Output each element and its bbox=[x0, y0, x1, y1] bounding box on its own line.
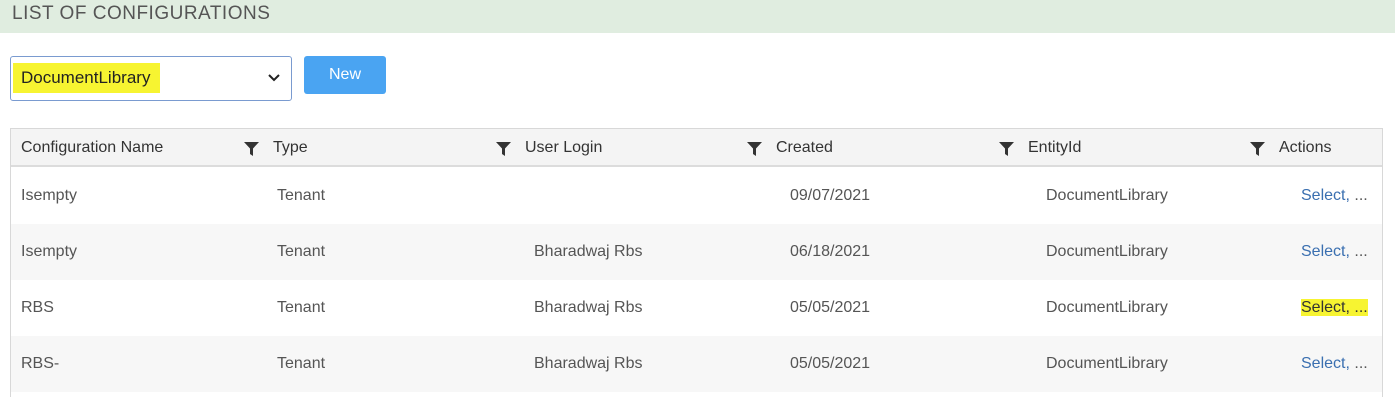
filter-icon[interactable] bbox=[1250, 142, 1265, 156]
filter-icon[interactable] bbox=[244, 142, 259, 156]
cell-user-login: Bharadwaj Rbs bbox=[534, 243, 643, 260]
table-row[interactable]: Isempty Tenant 09/07/2021 DocumentLibrar… bbox=[11, 168, 1382, 224]
table-row[interactable]: RBS- Tenant Bharadwaj Rbs 05/05/2021 Doc… bbox=[11, 336, 1382, 392]
column-header-actions: Actions bbox=[1279, 139, 1332, 156]
chevron-down-icon bbox=[268, 74, 280, 82]
configurations-table: Configuration Name Type User Login Creat… bbox=[10, 128, 1383, 397]
cell-actions: Select, ... bbox=[1301, 168, 1368, 224]
cell-type: Tenant bbox=[277, 299, 326, 316]
cell-actions: Select, ... bbox=[1301, 336, 1368, 392]
filter-icon[interactable] bbox=[747, 142, 762, 156]
table-header: Configuration Name Type User Login Creat… bbox=[11, 129, 1382, 167]
new-button[interactable]: New bbox=[304, 56, 386, 94]
table-row[interactable]: Isempty Tenant Bharadwaj Rbs 06/18/2021 … bbox=[11, 224, 1382, 280]
cell-configuration-name: Isempty bbox=[21, 187, 78, 204]
select-link[interactable]: Select, bbox=[1301, 243, 1350, 260]
table-row[interactable]: RBS Tenant Bharadwaj Rbs 05/05/2021 Docu… bbox=[11, 280, 1382, 336]
cell-entityid: DocumentLibrary bbox=[1046, 355, 1168, 372]
cell-user-login: Bharadwaj Rbs bbox=[534, 355, 643, 372]
cell-type: Tenant bbox=[277, 243, 326, 260]
cell-created: 06/18/2021 bbox=[790, 243, 871, 260]
column-header-type[interactable]: Type bbox=[273, 129, 308, 166]
cell-created: 05/05/2021 bbox=[790, 355, 871, 372]
cell-entityid: DocumentLibrary bbox=[1046, 299, 1168, 316]
filter-icon[interactable] bbox=[496, 142, 511, 156]
select-link[interactable]: Select, bbox=[1301, 355, 1350, 372]
cell-created: 05/05/2021 bbox=[790, 299, 871, 316]
library-select-value: DocumentLibrary bbox=[13, 63, 161, 93]
column-header-configuration-name[interactable]: Configuration Name bbox=[21, 129, 163, 166]
more-actions[interactable]: ... bbox=[1350, 355, 1367, 372]
select-link[interactable]: Select, bbox=[1301, 299, 1350, 316]
column-header-entityid[interactable]: EntityId bbox=[1028, 129, 1081, 166]
select-link[interactable]: Select, bbox=[1301, 187, 1350, 204]
cell-user-login: Bharadwaj Rbs bbox=[534, 299, 643, 316]
cell-configuration-name: Isempty bbox=[21, 243, 78, 260]
library-select[interactable]: DocumentLibrary bbox=[10, 56, 292, 101]
cell-configuration-name: RBS bbox=[21, 299, 54, 316]
cell-actions: Select, ... bbox=[1301, 280, 1368, 336]
cell-configuration-name: RBS- bbox=[21, 355, 60, 372]
cell-type: Tenant bbox=[277, 355, 326, 372]
cell-entityid: DocumentLibrary bbox=[1046, 187, 1168, 204]
column-header-user-login[interactable]: User Login bbox=[525, 129, 602, 166]
more-actions[interactable]: ... bbox=[1350, 243, 1367, 260]
page-header: LIST OF CONFIGURATIONS bbox=[0, 0, 1395, 33]
more-actions[interactable]: ... bbox=[1350, 187, 1367, 204]
cell-created: 09/07/2021 bbox=[790, 187, 871, 204]
cell-entityid: DocumentLibrary bbox=[1046, 243, 1168, 260]
page-title: LIST OF CONFIGURATIONS bbox=[12, 3, 271, 24]
filter-icon[interactable] bbox=[999, 142, 1014, 156]
column-header-created[interactable]: Created bbox=[776, 129, 833, 166]
cell-type: Tenant bbox=[277, 187, 326, 204]
more-actions[interactable]: ... bbox=[1349, 299, 1368, 316]
cell-actions: Select, ... bbox=[1301, 224, 1368, 280]
